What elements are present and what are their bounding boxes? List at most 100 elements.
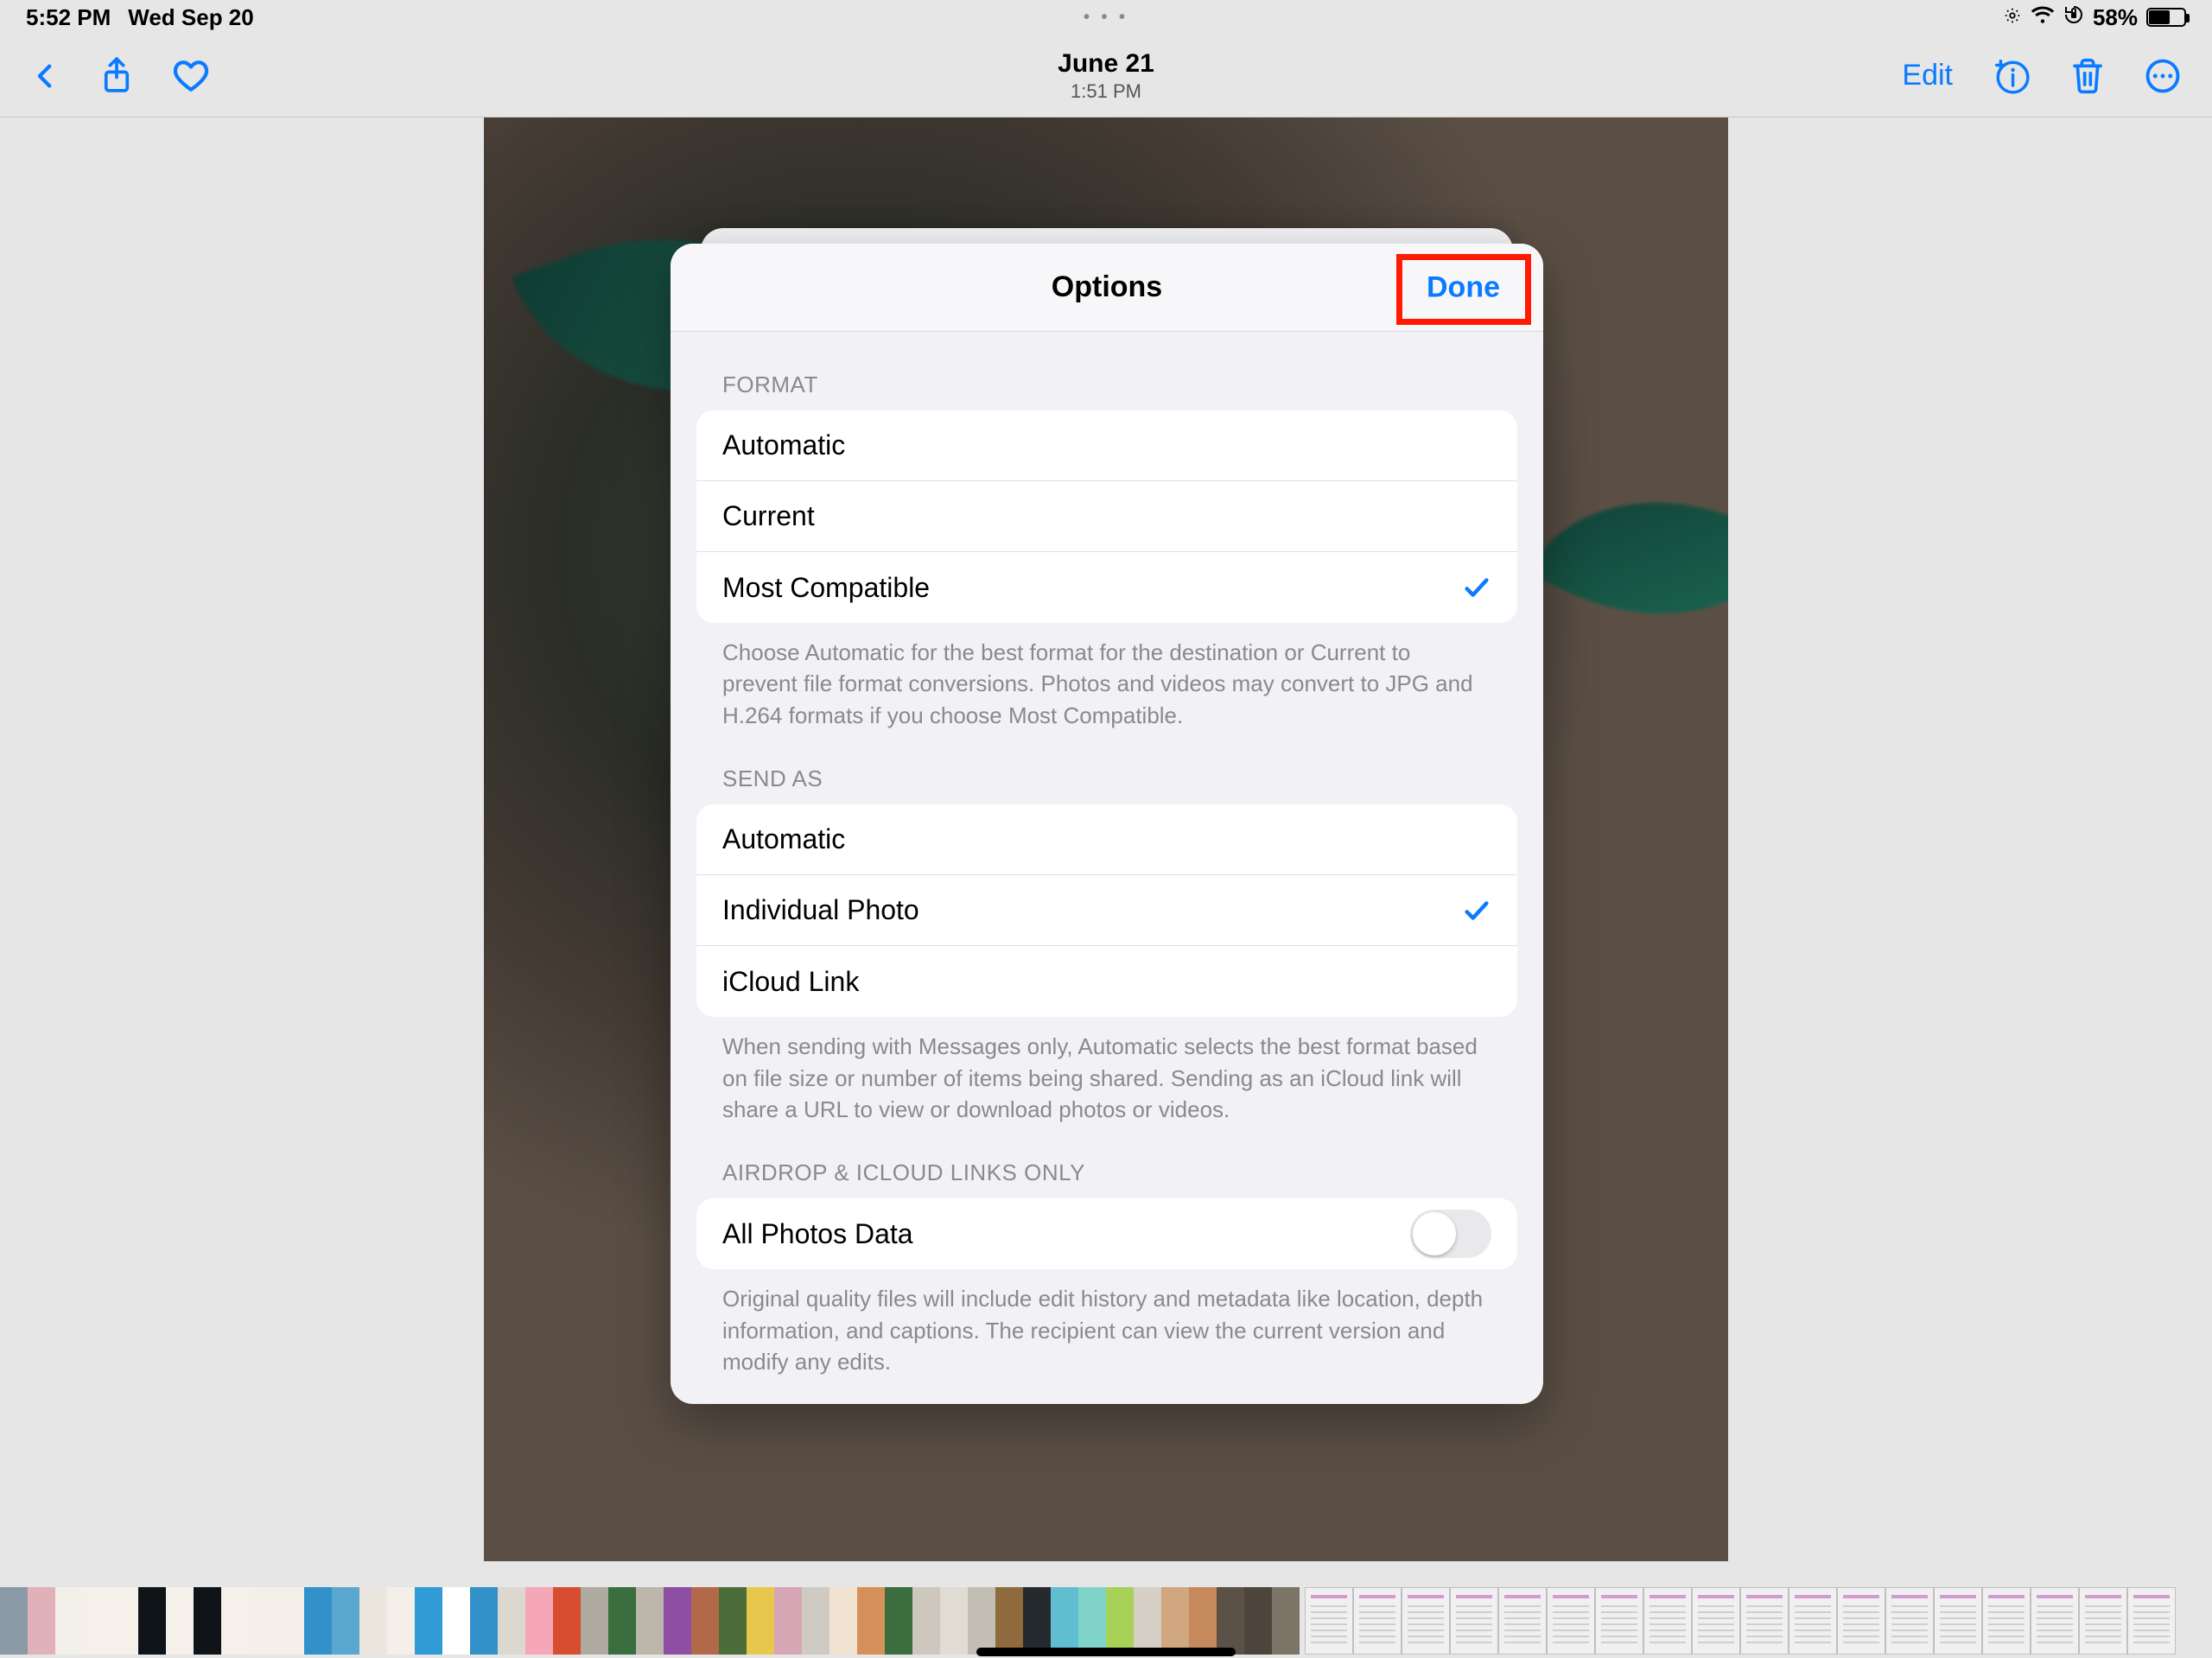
thumbnail[interactable] (636, 1587, 664, 1655)
row-label: Automatic (722, 823, 845, 855)
favorite-button[interactable] (173, 58, 209, 94)
thumbnail[interactable] (1547, 1587, 1595, 1655)
thumbnail-strip[interactable] (0, 1561, 2212, 1658)
thumbnail[interactable] (995, 1587, 1023, 1655)
thumbnail[interactable] (304, 1587, 332, 1655)
photo-date-header[interactable]: June 21 1:51 PM (1058, 49, 1154, 103)
thumbnail[interactable] (28, 1587, 55, 1655)
row-sendas-icloud-link[interactable]: iCloud Link (696, 946, 1517, 1017)
delete-button[interactable] (2070, 57, 2105, 95)
share-button[interactable] (100, 56, 133, 96)
thumbnail[interactable] (2079, 1587, 2127, 1655)
home-indicator[interactable] (976, 1648, 1236, 1656)
thumbnail[interactable] (1837, 1587, 1885, 1655)
thumbnail[interactable] (387, 1587, 415, 1655)
thumbnail[interactable] (1353, 1587, 1402, 1655)
back-button[interactable] (31, 57, 60, 95)
thumbnail[interactable] (1189, 1587, 1217, 1655)
thumbnail[interactable] (1161, 1587, 1189, 1655)
more-button[interactable] (2145, 58, 2181, 94)
row-sendas-automatic[interactable]: Automatic (696, 804, 1517, 875)
photo-time: 1:51 PM (1058, 80, 1154, 103)
thumbnail[interactable] (111, 1587, 138, 1655)
thumbnail[interactable] (1051, 1587, 1078, 1655)
row-format-automatic[interactable]: Automatic (696, 410, 1517, 481)
toggle-all-photos-data[interactable] (1410, 1210, 1491, 1258)
thumbnail[interactable] (2031, 1587, 2079, 1655)
thumbnail[interactable] (857, 1587, 885, 1655)
thumbnail-row (0, 1587, 2212, 1655)
photo-decor (1528, 448, 1728, 669)
thumbnail[interactable] (802, 1587, 830, 1655)
section-footer-format: Choose Automatic for the best format for… (671, 623, 1543, 731)
thumbnail[interactable] (1023, 1587, 1051, 1655)
row-label: All Photos Data (722, 1218, 913, 1250)
thumbnail[interactable] (2127, 1587, 2176, 1655)
thumbnail[interactable] (719, 1587, 747, 1655)
thumbnail[interactable] (664, 1587, 691, 1655)
section-header-format: FORMAT (671, 332, 1543, 410)
row-format-current[interactable]: Current (696, 481, 1517, 552)
multitask-dots[interactable]: • • • (1084, 8, 1128, 28)
thumbnail[interactable] (221, 1587, 249, 1655)
thumbnail[interactable] (1402, 1587, 1450, 1655)
thumbnail[interactable] (1244, 1587, 1272, 1655)
thumbnail[interactable] (1885, 1587, 1934, 1655)
info-button[interactable] (1993, 57, 2031, 95)
thumbnail[interactable] (249, 1587, 276, 1655)
thumbnail[interactable] (1789, 1587, 1837, 1655)
thumbnail[interactable] (691, 1587, 719, 1655)
row-format-most-compatible[interactable]: Most Compatible (696, 552, 1517, 623)
row-label: Individual Photo (722, 894, 919, 926)
thumbnail[interactable] (1692, 1587, 1740, 1655)
done-button[interactable]: Done (1409, 258, 1517, 316)
thumbnail[interactable] (138, 1587, 166, 1655)
thumbnail[interactable] (359, 1587, 387, 1655)
thumbnail[interactable] (608, 1587, 636, 1655)
thumbnail[interactable] (1498, 1587, 1547, 1655)
thumbnail[interactable] (0, 1587, 28, 1655)
photo-date: June 21 (1058, 49, 1154, 79)
thumbnail[interactable] (332, 1587, 359, 1655)
thumbnail[interactable] (1106, 1587, 1134, 1655)
thumbnail[interactable] (940, 1587, 968, 1655)
thumbnail[interactable] (525, 1587, 553, 1655)
thumbnail[interactable] (1217, 1587, 1244, 1655)
thumbnail[interactable] (1305, 1587, 1353, 1655)
thumbnail[interactable] (83, 1587, 111, 1655)
thumbnail[interactable] (830, 1587, 857, 1655)
thumbnail[interactable] (1134, 1587, 1161, 1655)
thumbnail[interactable] (55, 1587, 83, 1655)
thumbnail[interactable] (885, 1587, 912, 1655)
thumbnail[interactable] (498, 1587, 525, 1655)
checkmark-icon (1462, 896, 1491, 925)
thumbnail[interactable] (276, 1587, 304, 1655)
options-header: Options Done (671, 244, 1543, 332)
section-header-send-as: SEND AS (671, 731, 1543, 804)
row-label: iCloud Link (722, 966, 859, 998)
thumbnail[interactable] (553, 1587, 581, 1655)
thumbnail[interactable] (194, 1587, 221, 1655)
wifi-icon (2031, 4, 2055, 31)
thumbnail[interactable] (1643, 1587, 1692, 1655)
thumbnail[interactable] (1595, 1587, 1643, 1655)
thumbnail[interactable] (1740, 1587, 1789, 1655)
thumbnail[interactable] (166, 1587, 194, 1655)
thumbnail[interactable] (1450, 1587, 1498, 1655)
thumbnail[interactable] (747, 1587, 774, 1655)
thumbnail[interactable] (968, 1587, 995, 1655)
thumbnail[interactable] (415, 1587, 442, 1655)
thumbnail[interactable] (1272, 1587, 1300, 1655)
thumbnail[interactable] (1078, 1587, 1106, 1655)
row-all-photos-data[interactable]: All Photos Data (696, 1198, 1517, 1269)
thumbnail[interactable] (442, 1587, 470, 1655)
row-sendas-individual-photo[interactable]: Individual Photo (696, 875, 1517, 946)
thumbnail[interactable] (470, 1587, 498, 1655)
checkmark-icon (1462, 573, 1491, 602)
thumbnail[interactable] (912, 1587, 940, 1655)
thumbnail[interactable] (1934, 1587, 1982, 1655)
thumbnail[interactable] (774, 1587, 802, 1655)
thumbnail[interactable] (581, 1587, 608, 1655)
thumbnail[interactable] (1982, 1587, 2031, 1655)
edit-button[interactable]: Edit (1902, 59, 1953, 92)
